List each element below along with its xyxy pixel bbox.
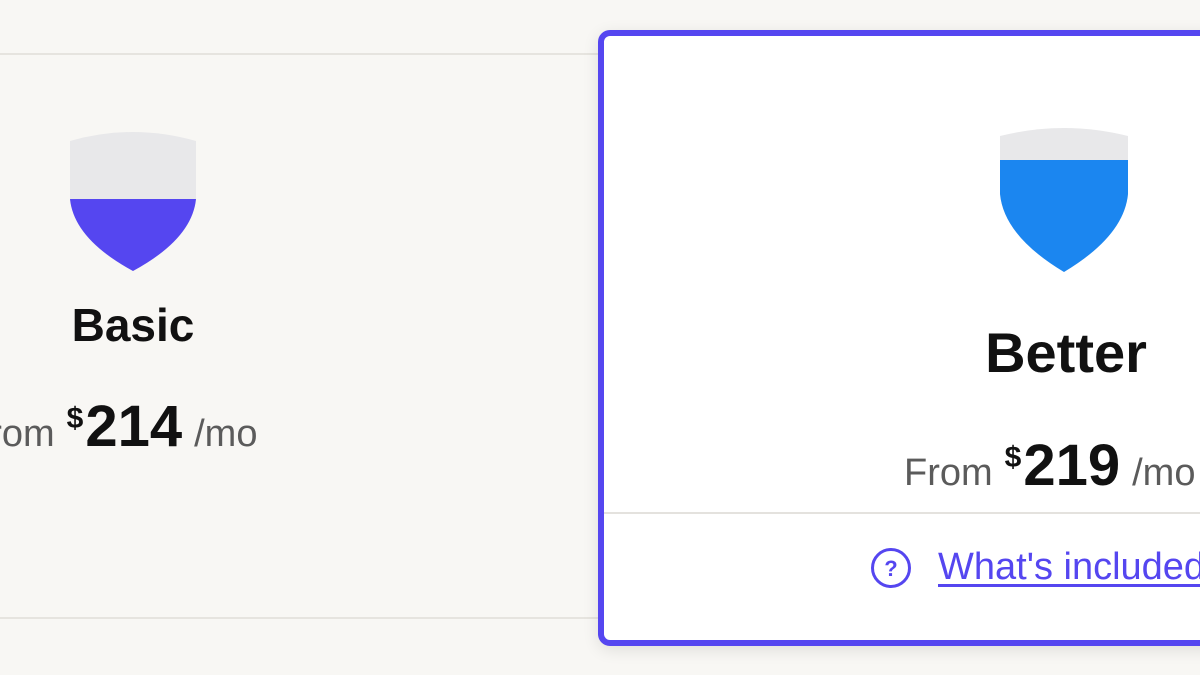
plan-card-better[interactable]: Better From $219/mo ? What's included bbox=[598, 30, 1200, 646]
plan-name-better: Better bbox=[985, 321, 1147, 384]
price-period: /mo bbox=[194, 413, 258, 455]
bottom-divider bbox=[0, 617, 600, 619]
shield-icon bbox=[70, 132, 196, 271]
plan-card-basic[interactable]: Basic From $214/mo bbox=[0, 55, 600, 617]
plan-selector-page: Basic From $214/mo Better From $219/mo bbox=[0, 0, 1200, 675]
price-better: From $219/mo bbox=[904, 432, 1195, 499]
price-basic: From $214/mo bbox=[0, 393, 257, 460]
price-prefix: From bbox=[0, 413, 55, 455]
price-amount: 219 bbox=[1023, 433, 1121, 498]
price-prefix: From bbox=[904, 452, 993, 494]
price-period: /mo bbox=[1132, 452, 1196, 494]
shield-icon bbox=[1000, 128, 1128, 272]
card-divider bbox=[604, 512, 1200, 514]
price-amount: 214 bbox=[85, 394, 183, 459]
question-circle-icon: ? bbox=[871, 547, 911, 588]
svg-text:?: ? bbox=[884, 556, 897, 581]
whats-included-button[interactable]: ? What's included bbox=[870, 546, 1200, 589]
whats-included-link[interactable]: What's included bbox=[938, 546, 1200, 589]
currency-symbol: $ bbox=[66, 402, 84, 435]
plan-name-basic: Basic bbox=[71, 299, 195, 351]
currency-symbol: $ bbox=[1004, 441, 1022, 474]
